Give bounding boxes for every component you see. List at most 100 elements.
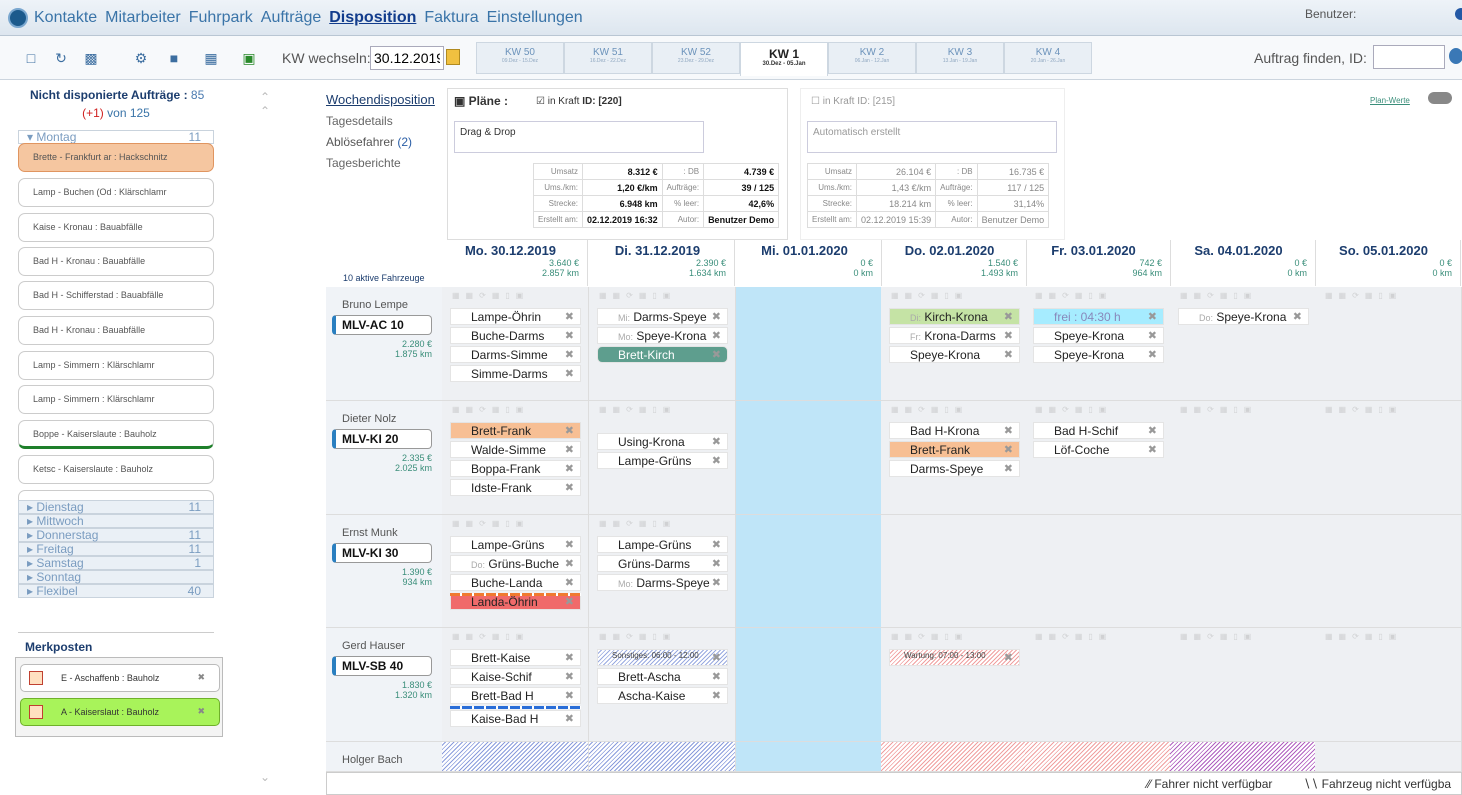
calendar-icon[interactable] xyxy=(446,49,460,65)
dispatch-cell[interactable] xyxy=(736,742,883,772)
in-kraft-checkbox[interactable]: ☑ in Kraft ID: [220] xyxy=(536,96,622,107)
tab-kw1[interactable]: KW 1 30.Dez - 05.Jan xyxy=(740,42,828,76)
trip-item[interactable]: Speye-Krona ✖ xyxy=(1033,327,1164,344)
close-icon[interactable]: ✖ xyxy=(565,689,574,702)
dispatch-cell[interactable] xyxy=(1025,515,1172,628)
close-icon[interactable]: ✖ xyxy=(712,310,721,323)
find-order-input[interactable] xyxy=(1373,45,1445,69)
order-card[interactable]: Lamp - Buchen (Od : Klärschlamr xyxy=(18,178,214,207)
order-card[interactable]: Bad H - Kronau : Bauabfälle xyxy=(18,247,214,276)
link-tagesberichte[interactable]: Tagesberichte xyxy=(326,156,444,170)
link-abloesefahrer[interactable]: Ablösefahrer (2) xyxy=(326,135,444,149)
trip-item[interactable]: Buche-Darms ✖ xyxy=(450,327,581,344)
dispatch-cell[interactable] xyxy=(589,742,736,772)
day-group[interactable]: ▸ Sonntag xyxy=(18,570,214,584)
trip-item[interactable]: Lampe-Grüns ✖ xyxy=(597,536,728,553)
menu-kontakte[interactable]: Kontakte xyxy=(34,9,97,27)
kw-date-input[interactable] xyxy=(370,46,444,70)
plan-note-field[interactable]: Automatisch erstellt xyxy=(807,121,1057,153)
dispatch-cell[interactable]: ▦▦⟳▦▯▣ xyxy=(442,287,589,401)
dispatch-cell[interactable]: ▦▦⟳▦▯▣ xyxy=(1170,287,1317,401)
close-icon[interactable]: ✖ xyxy=(565,462,574,475)
tab-kw52[interactable]: KW 52 23.Dez - 29.Dez xyxy=(652,42,740,74)
trip-item[interactable]: Buche-Landa ✖ xyxy=(450,574,581,591)
close-icon[interactable]: ✖ xyxy=(712,348,721,361)
scroll-up-icon[interactable]: ⌃ ⌃ xyxy=(260,90,270,118)
day-header[interactable]: Mo. 30.12.2019 3.640 €2.857 km xyxy=(442,240,588,286)
day-header[interactable]: Mi. 01.01.2020 0 €0 km xyxy=(736,240,882,286)
trip-item[interactable]: Mi: Darms-Speye ✖ xyxy=(597,308,728,325)
calculator-icon[interactable]: ▦ xyxy=(202,49,220,67)
vehicle-plate[interactable]: MLV-AC 10 xyxy=(332,315,432,335)
close-icon[interactable]: ✖ xyxy=(565,443,574,456)
dispatch-cell[interactable] xyxy=(881,742,1028,772)
trip-item[interactable]: Walde-Simme ✖ xyxy=(450,441,581,458)
other-event[interactable]: Sonstiges: 06:00 - 12:00 ✖ xyxy=(597,649,728,666)
day-header[interactable]: Do. 02.01.2020 1.540 €1.493 km xyxy=(881,240,1027,286)
trip-item[interactable]: Bad H-Schif ✖ xyxy=(1033,422,1164,439)
trip-item[interactable]: Boppa-Frank ✖ xyxy=(450,460,581,477)
merkposten-item[interactable]: E - Aschaffenb : Bauholz ✖ xyxy=(20,664,220,692)
close-icon[interactable]: ✖ xyxy=(565,576,574,589)
dispatch-cell[interactable] xyxy=(1170,515,1317,628)
dispatch-cell[interactable]: ▦▦⟳▦▯▣ xyxy=(589,287,736,401)
trip-item[interactable]: Mo: Speye-Krona ✖ xyxy=(597,327,728,344)
trip-item[interactable]: Mo: Darms-Speye ✖ xyxy=(597,574,728,591)
close-icon[interactable]: ✖ xyxy=(565,348,574,361)
day-group-montag[interactable]: ▾ Montag 11 xyxy=(18,130,214,144)
close-icon[interactable]: ✖ xyxy=(565,557,574,570)
dispatch-cell[interactable] xyxy=(736,401,883,515)
close-icon[interactable]: ✖ xyxy=(712,329,721,342)
dispatch-cell[interactable] xyxy=(1315,515,1462,628)
close-icon[interactable]: ✖ xyxy=(712,576,721,589)
menu-faktura[interactable]: Faktura xyxy=(424,9,478,27)
trip-item[interactable]: Lampe-Grüns ✖ xyxy=(450,536,581,553)
order-card[interactable]: Boppe - Kaiserslaute : Bauholz xyxy=(18,420,214,449)
close-icon[interactable]: ✖ xyxy=(1148,443,1157,456)
new-document-icon[interactable]: □ xyxy=(22,49,40,67)
dispatch-cell[interactable] xyxy=(1315,742,1462,772)
search-icon[interactable] xyxy=(1449,48,1462,64)
trip-item[interactable]: Do: Grüns-Buche ✖ xyxy=(450,555,581,572)
close-icon[interactable]: ✖ xyxy=(1148,329,1157,342)
trip-item[interactable]: Löf-Coche ✖ xyxy=(1033,441,1164,458)
scroll-down-icon[interactable]: ⌄ xyxy=(260,770,270,784)
trip-item[interactable]: Ascha-Kaise ✖ xyxy=(597,687,728,704)
close-icon[interactable]: ✖ xyxy=(565,310,574,323)
order-card[interactable]: Brette - Frankfurt ar : Hackschnitz xyxy=(18,143,214,172)
dispatch-cell[interactable]: ▦▦⟳▦▯▣ xyxy=(589,628,736,742)
close-icon[interactable]: ✖ xyxy=(1004,651,1013,664)
trip-item[interactable]: Simme-Darms ✖ xyxy=(450,365,581,382)
order-card[interactable]: Lamp - Simmern : Klärschlamr xyxy=(18,351,214,380)
order-card[interactable]: Kaise - Kronau : Bauabfälle xyxy=(18,213,214,242)
save-icon[interactable]: ■ xyxy=(165,49,183,67)
dispatch-cell[interactable] xyxy=(881,515,1028,628)
close-icon[interactable]: ✖ xyxy=(565,651,574,664)
menu-einstellungen[interactable]: Einstellungen xyxy=(487,9,583,27)
tab-kw50[interactable]: KW 50 09.Dez - 15.Dez xyxy=(476,42,564,74)
dispatch-cell[interactable]: ▦▦⟳▦▯▣ xyxy=(1315,628,1462,742)
day-group[interactable]: ▸ Freitag 11 xyxy=(18,542,214,556)
dispatch-cell[interactable] xyxy=(1025,742,1172,772)
day-group[interactable]: ▸ Donnerstag 11 xyxy=(18,528,214,542)
app-logo-icon[interactable] xyxy=(8,8,28,28)
dispatch-cell[interactable]: ▦▦⟳▦▯▣ xyxy=(1170,628,1317,742)
trip-item[interactable]: Lampe-Öhrin ✖ xyxy=(450,308,581,325)
trip-item[interactable]: Di: Kirch-Krona ✖ xyxy=(889,308,1020,325)
close-icon[interactable]: ✖ xyxy=(1004,348,1013,361)
close-icon[interactable]: ✖ xyxy=(565,367,574,380)
user-icon[interactable] xyxy=(1455,8,1462,20)
trip-item[interactable]: Using-Krona ✖ xyxy=(597,433,728,450)
vehicle-plate[interactable]: MLV-KI 20 xyxy=(332,429,432,449)
dispatch-cell[interactable]: ▦▦⟳▦▯▣ xyxy=(881,401,1028,515)
day-header[interactable]: Sa. 04.01.2020 0 €0 km xyxy=(1170,240,1316,286)
page-icon[interactable]: ▩ xyxy=(82,49,100,67)
day-group[interactable]: ▸ Mittwoch xyxy=(18,514,214,528)
dispatch-cell[interactable]: ▦▦⟳▦▯▣ xyxy=(1025,287,1172,401)
close-icon[interactable]: ✖ xyxy=(712,454,721,467)
trip-item[interactable]: Idste-Frank ✖ xyxy=(450,479,581,496)
trip-item[interactable]: Grüns-Darms ✖ xyxy=(597,555,728,572)
close-icon[interactable]: ✖ xyxy=(197,672,205,683)
dispatch-cell[interactable]: ▦▦⟳▦▯▣ xyxy=(1170,401,1317,515)
dispatch-cell[interactable]: ▦▦⟳▦▯▣ xyxy=(442,401,589,515)
